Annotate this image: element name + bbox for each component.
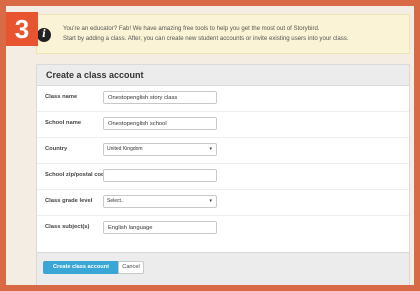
class-name-label: Class name <box>45 94 78 100</box>
grade-level-selected-value: Select.. <box>107 198 124 204</box>
create-class-card: Create a class account Class name School… <box>36 64 410 285</box>
class-name-row: Class name <box>37 86 409 112</box>
info-icon: i <box>37 28 51 42</box>
subject-label: Class subject(s) <box>45 224 90 230</box>
notice-line-2: Start by adding a class. After, you can … <box>63 35 349 42</box>
form-footer: Create class account Cancel <box>37 252 409 285</box>
country-row: Country United Kingdom ▾ <box>37 138 409 164</box>
postal-code-row: School zip/postal code <box>37 164 409 190</box>
school-name-input[interactable] <box>103 117 217 130</box>
school-name-label: School name <box>45 120 82 126</box>
chevron-down-icon: ▾ <box>209 146 212 152</box>
step-number-badge: 3 <box>6 12 38 46</box>
notice-line-1: You're an educator? Fab! We have amazing… <box>63 25 320 32</box>
grade-level-row: Class grade level Select.. ▾ <box>37 190 409 216</box>
create-class-account-button[interactable]: Create class account <box>43 261 119 274</box>
subject-input[interactable] <box>103 221 217 234</box>
grade-level-label: Class grade level <box>45 198 93 204</box>
cancel-button[interactable]: Cancel <box>118 261 144 274</box>
chevron-down-icon: ▾ <box>209 198 212 204</box>
subject-row: Class subject(s) <box>37 216 409 242</box>
postal-code-label: School zip/postal code <box>45 172 108 178</box>
grade-level-select[interactable]: Select.. ▾ <box>103 195 217 208</box>
country-label: Country <box>45 146 68 152</box>
country-select[interactable]: United Kingdom ▾ <box>103 143 217 156</box>
class-name-input[interactable] <box>103 91 217 104</box>
country-selected-value: United Kingdom <box>107 146 143 152</box>
educator-notice: i You're an educator? Fab! We have amazi… <box>36 14 410 54</box>
postal-code-input[interactable] <box>103 169 217 182</box>
form-title: Create a class account <box>37 65 409 86</box>
school-name-row: School name <box>37 112 409 138</box>
